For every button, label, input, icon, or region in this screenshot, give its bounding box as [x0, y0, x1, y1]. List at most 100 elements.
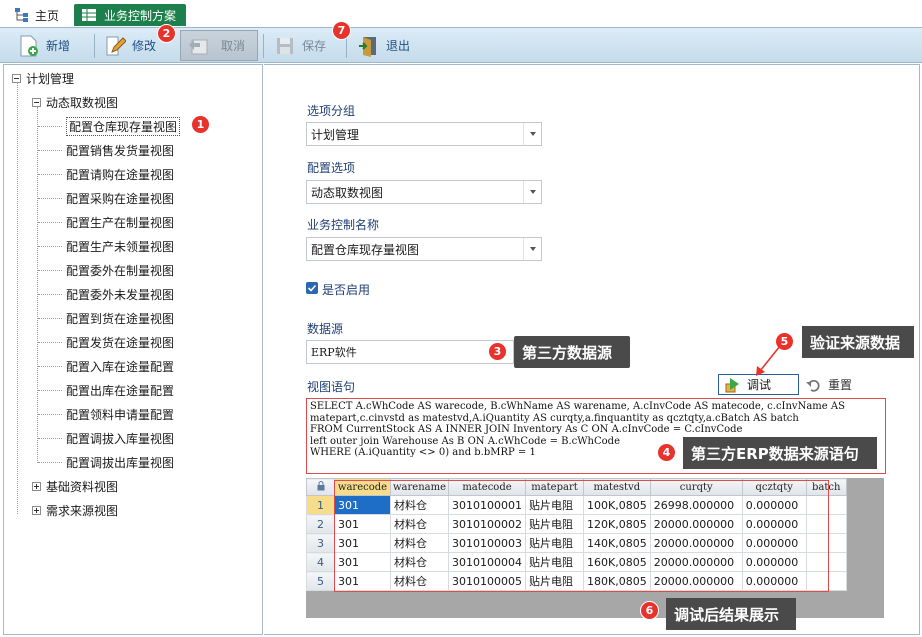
grid-corner[interactable]: [306, 478, 335, 496]
reset-button[interactable]: 重置: [806, 376, 852, 393]
biz-name-select[interactable]: 配置仓库现存量视图: [306, 237, 542, 261]
tree-item[interactable]: 配置出库在途量配置: [38, 380, 175, 400]
tree-item-label: 配置发货在途量视图: [66, 335, 175, 350]
tree-item[interactable]: 配置生产在制量视图: [38, 212, 174, 232]
grid-row-number[interactable]: 3: [306, 533, 335, 553]
tree-item[interactable]: 配置生产未领量视图: [38, 236, 175, 256]
annotation-badge-6: 6: [640, 601, 659, 620]
toolbar-separator: [94, 34, 95, 58]
tree-branch-line: [38, 270, 62, 271]
tree-guide-line: [37, 107, 38, 463]
config-option-select[interactable]: 动态取数视图: [306, 180, 542, 204]
grid-row-number[interactable]: 4: [306, 552, 335, 572]
grid-row-number[interactable]: 2: [306, 514, 335, 534]
tree-item-label: 配置到货在途量视图: [66, 311, 175, 326]
biz-name-label: 业务控制名称: [307, 218, 380, 232]
view-sql-label: 视图语句: [307, 380, 356, 394]
dropdown-arrow-icon[interactable]: [523, 238, 541, 260]
tree-node-root[interactable]: 计划管理: [12, 68, 74, 88]
datasource-value: ERP软件: [311, 346, 357, 359]
undo-icon: [187, 35, 209, 57]
tree-item-label: 配置委外在制量视图: [66, 263, 175, 278]
tree-node-basic-data-label: 基础资料视图: [46, 479, 119, 494]
tree-node-group[interactable]: 动态取数视图: [32, 92, 118, 112]
tree-branch-line: [38, 414, 62, 415]
tree-item-label: 配置仓库现存量视图: [66, 116, 181, 136]
tree-item[interactable]: 配置请购在途量视图: [38, 164, 174, 184]
tree-branch-line: [38, 246, 62, 247]
tree-item[interactable]: 配置调拔出库量视图: [38, 452, 175, 472]
tree-item-label: 配置入库在途量配置: [66, 359, 175, 374]
exit-button[interactable]: 退出: [358, 30, 420, 61]
grid-row-number[interactable]: 1: [306, 495, 335, 515]
tree-item[interactable]: 配置委外在制量视图: [38, 260, 175, 280]
annotation-badge-1: 1: [191, 115, 210, 134]
dropdown-arrow-icon[interactable]: [523, 181, 541, 203]
debug-run-icon: [725, 377, 741, 393]
tree-item[interactable]: 配置领料申请量配置: [38, 404, 174, 424]
tree-item[interactable]: 配置调拔入库量视图: [38, 428, 175, 448]
dropdown-arrow-icon[interactable]: [523, 123, 541, 145]
sitemap-icon: [14, 7, 30, 23]
tree-item[interactable]: 配置委外未发量视图: [38, 284, 175, 304]
add-button[interactable]: 新增: [18, 30, 90, 61]
enabled-checkbox[interactable]: [306, 282, 318, 294]
edit-button-label: 修改: [132, 39, 157, 53]
tab-bar: 主页 业务控制方案: [0, 0, 922, 27]
reset-button-label: 重置: [828, 378, 853, 392]
debug-button-label: 调试: [747, 378, 772, 392]
tree-item-label: 配置委外未发量视图: [66, 287, 175, 302]
expand-icon[interactable]: [32, 481, 41, 491]
cancel-button-label: 取消: [221, 39, 246, 53]
grid-row-number[interactable]: 5: [306, 571, 335, 591]
tree-node-root-label: 计划管理: [26, 71, 75, 86]
annotation-badge-4: 4: [657, 443, 676, 462]
tree-branch-line: [38, 294, 62, 295]
annotation-badge-3: 3: [488, 342, 507, 361]
enabled-label: 是否启用: [322, 283, 371, 297]
callout-verify-source-data: 验证来源数据: [802, 326, 914, 358]
datasource-input[interactable]: ERP软件: [306, 340, 514, 364]
cancel-button[interactable]: 取消: [180, 30, 258, 61]
tree-node-group-label: 动态取数视图: [46, 95, 119, 110]
tree-branch-line: [38, 462, 62, 463]
tree-item[interactable]: 配置发货在途量视图: [38, 332, 175, 352]
tab-home[interactable]: 主页: [6, 4, 72, 26]
tree-item-label: 配置生产未领量视图: [66, 239, 175, 254]
config-option-label: 配置选项: [307, 161, 356, 175]
datasource-label: 数据源: [307, 322, 344, 336]
collapse-icon[interactable]: [32, 97, 41, 107]
save-disk-icon: [274, 35, 296, 57]
tab-home-label: 主页: [35, 8, 60, 23]
tree-item-label: 配置销售发货量视图: [66, 143, 175, 158]
option-group-label: 选项分组: [307, 104, 356, 118]
tree-item[interactable]: 配置到货在途量视图: [38, 308, 175, 328]
tree-branch-line: [38, 126, 62, 127]
tree-branch-line: [38, 390, 62, 391]
biz-name-value: 配置仓库现存量视图: [311, 242, 420, 257]
exit-door-icon: [358, 35, 380, 57]
tree-node-basic-data[interactable]: 基础资料视图: [32, 476, 118, 496]
tree-branch-line: [38, 366, 62, 367]
tree-branch-line: [38, 222, 62, 223]
tab-business-control-label: 业务控制方案: [104, 8, 177, 23]
save-button[interactable]: 保存: [274, 30, 336, 61]
tree-item-label: 配置调拔出库量视图: [66, 455, 175, 470]
tree-branch-line: [38, 318, 62, 319]
tree-item[interactable]: 配置仓库现存量视图: [38, 116, 181, 136]
tree-item[interactable]: 配置销售发货量视图: [38, 140, 175, 160]
tree-branch-line: [38, 342, 62, 343]
add-document-icon: [18, 35, 40, 57]
reset-undo-icon: [806, 378, 820, 392]
expand-icon[interactable]: [32, 505, 41, 515]
tree-guide-line: [17, 82, 18, 514]
tree-node-demand-source[interactable]: 需求来源视图: [32, 500, 118, 520]
tree-item-label: 配置调拔入库量视图: [66, 431, 175, 446]
option-group-select[interactable]: 计划管理: [306, 122, 542, 146]
tree-item-label: 配置出库在途量配置: [66, 383, 175, 398]
tree-item[interactable]: 配置入库在途量配置: [38, 356, 175, 376]
tree-item[interactable]: 配置采购在途量视图: [38, 188, 174, 208]
tab-business-control[interactable]: 业务控制方案: [74, 4, 186, 26]
grid-highlight-frame: [334, 480, 829, 592]
check-icon: [307, 284, 317, 292]
